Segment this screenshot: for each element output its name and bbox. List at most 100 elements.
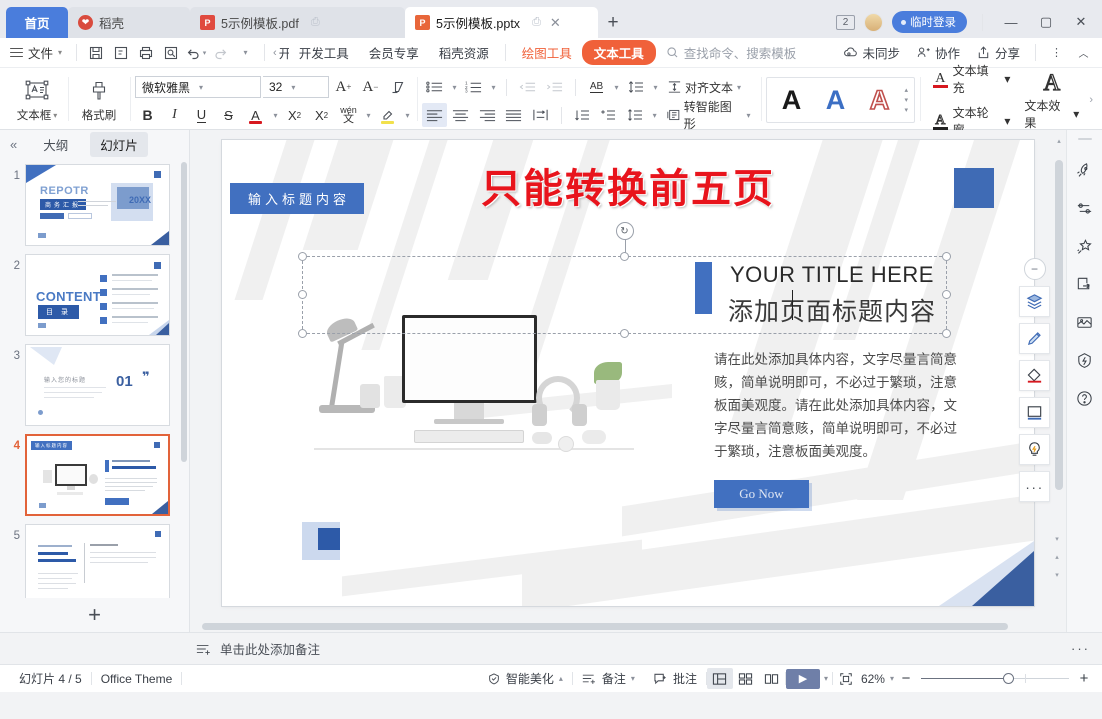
- sliders-icon[interactable]: [1073, 196, 1097, 220]
- slide-panel-scrollbar[interactable]: [181, 162, 187, 594]
- tab-pptx-close-icon[interactable]: ✕: [550, 15, 561, 31]
- customize-quick-access-icon[interactable]: ▾: [233, 41, 258, 65]
- go-now-button[interactable]: Go Now: [714, 480, 809, 508]
- slide-body-text[interactable]: 请在此处添加具体内容，文字尽量言简意赅，简单说明即可，不必过于繁琐，注意板面美观…: [714, 348, 962, 463]
- tab-count-badge[interactable]: 2: [836, 14, 855, 30]
- textbox-button[interactable]: 文本框 ▾: [11, 77, 63, 123]
- print-preview-icon[interactable]: [158, 41, 183, 65]
- bullet-list-dropdown[interactable]: ▾: [449, 75, 459, 99]
- save-as-icon[interactable]: [108, 41, 133, 65]
- toolbar-expand-icon[interactable]: ›: [1085, 94, 1093, 106]
- resize-handle-sw[interactable]: [298, 329, 307, 338]
- more-tools-icon[interactable]: ···: [1019, 471, 1050, 502]
- line-spacing-more-dropdown[interactable]: ▾: [649, 103, 659, 127]
- italic-button[interactable]: I: [162, 103, 187, 127]
- slide-thumb-row-5[interactable]: 5: [0, 520, 189, 598]
- align-text-button[interactable]: 对齐文本 ▾: [662, 75, 746, 99]
- tab-pptx-cast-icon[interactable]: ⎙: [532, 16, 541, 29]
- ribbon-tab-member[interactable]: 会员专享: [359, 39, 429, 66]
- underline-button[interactable]: U: [189, 103, 214, 127]
- slide-thumbnail-list[interactable]: 1 REPOTR 商务汇报 20XX 2 CONTENT 目 录 3 输入您的标…: [0, 158, 189, 598]
- slide-thumb-row-3[interactable]: 3 输入您的标题 01 ❞: [0, 340, 189, 430]
- resize-handle-se[interactable]: [942, 329, 951, 338]
- resize-handle-nw[interactable]: [298, 252, 307, 261]
- zoom-track[interactable]: [921, 672, 1069, 684]
- distribute-text-button[interactable]: [528, 103, 553, 127]
- decrease-font-size-button[interactable]: A −: [358, 75, 383, 99]
- line-spacing-dropdown[interactable]: ▾: [650, 75, 660, 99]
- increase-paragraph-space-button[interactable]: [596, 103, 621, 127]
- superscript-button[interactable]: X2: [282, 103, 307, 127]
- zoom-in-button[interactable]: +: [1076, 668, 1092, 689]
- new-tab-button[interactable]: +: [598, 7, 628, 38]
- canvas-vertical-scrollbar[interactable]: ▴ ▾ ▴ ▾: [1054, 134, 1064, 617]
- tab-pptx[interactable]: P 5示例模板.pptx ⎙ ✕: [405, 7, 598, 38]
- resize-handle-e[interactable]: [942, 290, 951, 299]
- slide-thumbnail-selected[interactable]: 输入标题内容: [25, 434, 170, 516]
- line-spacing-button[interactable]: [623, 75, 648, 99]
- undo-icon[interactable]: ▾: [183, 41, 208, 65]
- align-right-button[interactable]: [475, 103, 500, 127]
- view-reading-button[interactable]: [759, 668, 785, 689]
- strikethrough-button[interactable]: S: [216, 103, 241, 127]
- ribbon-tab-draw-tools[interactable]: 绘图工具: [512, 39, 582, 66]
- scrollbar-thumb[interactable]: [202, 623, 1008, 630]
- theme-name[interactable]: Office Theme: [92, 672, 182, 686]
- prev-slide-icon[interactable]: ▾: [1052, 532, 1062, 545]
- comment-button[interactable]: 批注: [644, 670, 706, 687]
- idea-icon[interactable]: [1019, 434, 1050, 465]
- zoom-level[interactable]: 62% ▾: [859, 672, 898, 686]
- slide-thumbnail[interactable]: REPOTR 商务汇报 20XX: [25, 164, 170, 246]
- slide-thumbnail[interactable]: CONTENT 目 录: [25, 254, 170, 336]
- redo-icon[interactable]: [208, 41, 233, 65]
- file-menu-button[interactable]: 文件 ▾: [6, 43, 70, 62]
- export-icon[interactable]: [1073, 272, 1097, 296]
- numbered-list-button[interactable]: 123: [461, 75, 486, 99]
- tab-pdf-cast-icon[interactable]: ⎙: [311, 16, 320, 29]
- wordart-style-1[interactable]: A: [770, 80, 814, 120]
- view-slide-sorter-button[interactable]: [733, 668, 759, 689]
- zoom-out-button[interactable]: −: [898, 668, 914, 689]
- start-slideshow-button[interactable]: ▶: [785, 668, 820, 689]
- slide-thumb-row-1[interactable]: 1 REPOTR 商务汇报 20XX: [0, 160, 189, 250]
- wordart-more-icon[interactable]: ▴ ▾ ▾: [902, 86, 912, 114]
- pen-icon[interactable]: [1019, 323, 1050, 354]
- text-direction-button[interactable]: AB: [584, 75, 609, 99]
- magic-star-icon[interactable]: [1073, 234, 1097, 258]
- ribbon-tab-resource[interactable]: 稻壳资源: [429, 39, 499, 66]
- image-tools-icon[interactable]: [1073, 310, 1097, 334]
- rocket-icon[interactable]: [1073, 158, 1097, 182]
- font-size-select[interactable]: 32 ▾: [263, 76, 329, 98]
- notes-bar[interactable]: 单击此处添加备注 ···: [0, 632, 1102, 664]
- slide-thumb-row-2[interactable]: 2 CONTENT 目 录: [0, 250, 189, 340]
- text-fill-button[interactable]: A 文本填充 ▾: [929, 60, 1014, 98]
- save-icon[interactable]: [83, 41, 108, 65]
- pinyin-dropdown[interactable]: ▾: [363, 103, 373, 127]
- slide-canvas[interactable]: 输入标题内容 只能转换前五页 ↻ YOUR TITLE HERE 添加页面标题内…: [222, 140, 1034, 606]
- fit-slide-icon[interactable]: ▴: [1052, 550, 1062, 563]
- notes-more-icon[interactable]: ···: [1071, 641, 1090, 656]
- login-button[interactable]: 临时登录: [892, 11, 967, 33]
- scroll-up-icon[interactable]: ▴: [1054, 134, 1064, 147]
- numbered-list-dropdown[interactable]: ▾: [488, 75, 498, 99]
- rotate-handle[interactable]: ↻: [615, 222, 634, 240]
- maximize-button[interactable]: ▢: [1033, 11, 1059, 33]
- notes-toggle-button[interactable]: 备注 ▾: [573, 670, 644, 687]
- resize-handle-n[interactable]: [619, 252, 629, 261]
- avatar[interactable]: [864, 12, 883, 32]
- highlight-color-button[interactable]: [375, 103, 400, 127]
- align-left-button[interactable]: [422, 103, 447, 127]
- beautify-button[interactable]: 智能美化 ▴: [478, 670, 572, 687]
- scrollbar-thumb[interactable]: [1055, 160, 1063, 490]
- resize-handle-s[interactable]: [619, 329, 629, 338]
- ribbon-tab-clipped[interactable]: 开: [279, 43, 289, 62]
- tab-slides[interactable]: 幻灯片: [90, 131, 148, 157]
- lightning-icon[interactable]: [1073, 348, 1097, 372]
- increase-indent-button[interactable]: [542, 75, 567, 99]
- zoom-knob[interactable]: [1003, 672, 1014, 684]
- print-icon[interactable]: [133, 41, 158, 65]
- layers-icon[interactable]: [1019, 286, 1050, 317]
- collapse-panel-icon[interactable]: «: [6, 137, 21, 152]
- text-effect-button[interactable]: A 文本效果 ▾: [1018, 69, 1085, 131]
- bullet-list-button[interactable]: [422, 75, 447, 99]
